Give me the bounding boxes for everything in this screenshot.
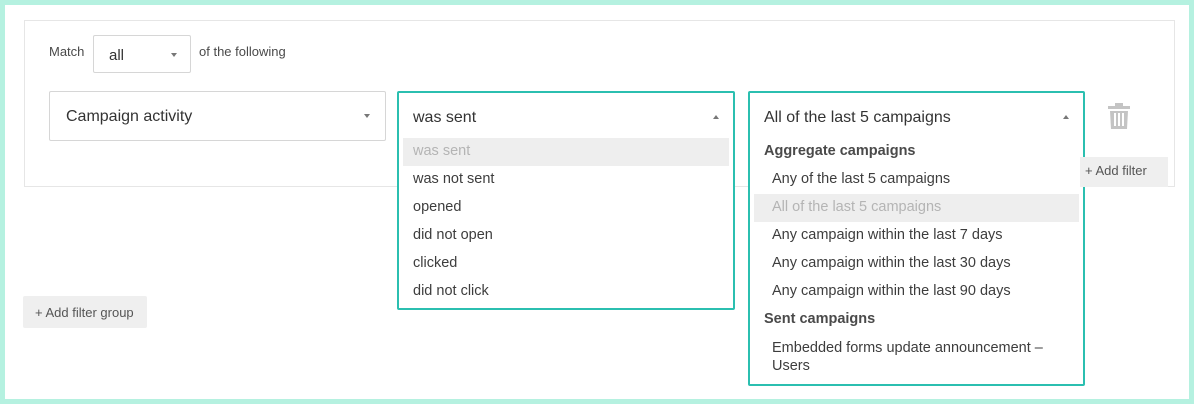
field-select[interactable]: Campaign activity xyxy=(49,91,386,141)
scope-option[interactable]: Any of the last 5 campaigns xyxy=(772,171,950,187)
add-filter-group-button[interactable]: + Add filter group xyxy=(23,296,147,328)
campaign-scope-dropdown[interactable]: All of the last 5 campaigns Aggregate ca… xyxy=(748,91,1085,386)
operator-option[interactable]: opened xyxy=(413,199,461,215)
operator-option[interactable]: was not sent xyxy=(413,171,494,187)
option-group-label: Aggregate campaigns xyxy=(764,143,916,159)
scope-option[interactable]: All of the last 5 campaigns xyxy=(772,199,941,215)
of-the-following-label: of the following xyxy=(199,44,286,59)
campaign-scope-value: All of the last 5 campaigns xyxy=(764,109,951,126)
scope-option[interactable]: Embedded forms update announcement – Use… xyxy=(772,339,1062,375)
field-select-value: Campaign activity xyxy=(66,108,193,125)
option-group-label: Sent campaigns xyxy=(764,311,876,327)
scope-option[interactable]: Any campaign within the last 30 days xyxy=(772,255,1011,271)
operator-dropdown-value: was sent xyxy=(413,109,477,126)
add-filter-button[interactable]: + Add filter xyxy=(1080,157,1168,187)
match-select-value: all xyxy=(109,47,125,64)
operator-option[interactable]: was sent xyxy=(413,143,470,159)
operator-option[interactable]: did not click xyxy=(413,283,489,299)
operator-option[interactable]: did not open xyxy=(413,227,493,243)
scope-option[interactable]: Any campaign within the last 90 days xyxy=(772,283,1011,299)
operator-dropdown[interactable]: was sent was sent was not sent opened di… xyxy=(397,91,735,310)
trash-icon[interactable] xyxy=(1108,103,1130,129)
caret-up-icon xyxy=(1063,115,1069,119)
match-select[interactable]: all xyxy=(93,35,191,73)
caret-down-icon xyxy=(364,114,370,118)
caret-up-icon xyxy=(713,115,719,119)
scope-option[interactable]: Any campaign within the last 7 days xyxy=(772,227,1003,243)
operator-option[interactable]: clicked xyxy=(413,255,457,271)
match-label: Match xyxy=(49,44,85,59)
caret-down-icon xyxy=(171,53,177,57)
